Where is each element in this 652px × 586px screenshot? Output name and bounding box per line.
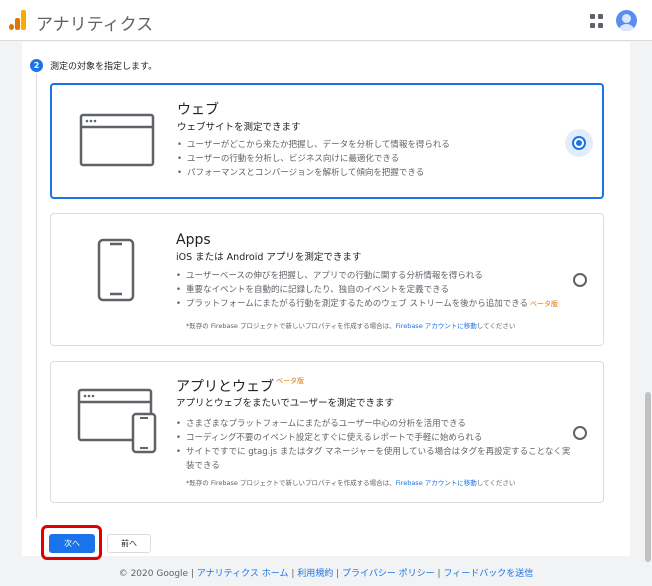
back-button[interactable]: 前へ: [107, 534, 151, 553]
account-avatar-icon[interactable]: [616, 10, 637, 31]
list-item: ユーザーベースの伸びを把握し、アプリでの行動に関する分析情報を得られる: [176, 269, 558, 283]
list-item: サイトですでに gtag.js またはタグ マネージャーを使用している場合はタグ…: [176, 445, 576, 473]
app-title[interactable]: アナリティクス: [36, 10, 153, 35]
footer-link-analytics-home[interactable]: アナリティクス ホーム: [197, 569, 289, 579]
list-item: 重要なイベントを自動的に記録したり、独自のイベントを定義できる: [176, 283, 558, 297]
firebase-account-link[interactable]: Firebase アカウントに移動: [396, 322, 477, 330]
analytics-logo-icon[interactable]: [9, 10, 27, 30]
footnote-text: *既存の Firebase プロジェクトで新しいプロパティを作成する場合は、: [186, 479, 396, 487]
annotation-highlight-box: [41, 525, 102, 560]
list-item: コーディング不要のイベント設定とすぐに使えるレポートで手軽に始められる: [176, 431, 576, 445]
card-subtitle: iOS または Android アプリを測定できます: [176, 252, 362, 263]
browser-window-icon: [79, 113, 155, 167]
footer-link-feedback[interactable]: フィードバックを送信: [443, 569, 533, 579]
card-bullet-list: ユーザーがどこから来たか把握し、データを分析して情報を得られる ユーザーの行動を…: [177, 138, 450, 180]
list-item: ユーザーの行動を分析し、ビジネス向けに最適化できる: [177, 152, 450, 166]
card-subtitle: アプリとウェブをまたいでユーザーを測定できます: [176, 398, 395, 409]
option-card-web[interactable]: ウェブ ウェブサイトを測定できます ユーザーがどこから来たか把握し、データを分析…: [50, 83, 604, 199]
card-title: ウェブ: [177, 102, 219, 118]
top-bar: アナリティクス: [0, 0, 652, 41]
card-bullet-list: さまざまなプラットフォームにまたがるユーザー中心の分析を活用できる コーディング…: [176, 417, 576, 473]
radio-app-and-web[interactable]: [573, 426, 587, 440]
option-card-app-and-web[interactable]: アプリとウェブベータ版 アプリとウェブをまたいでユーザーを測定できます さまざま…: [50, 361, 604, 503]
beta-badge: ベータ版: [530, 300, 559, 308]
scrollbar-thumb[interactable]: [645, 392, 651, 562]
card-title: Apps: [176, 232, 211, 248]
card-title: アプリとウェブ: [176, 379, 274, 395]
card-subtitle: ウェブサイトを測定できます: [177, 122, 301, 133]
step-number-badge: 2: [30, 59, 43, 72]
list-item: パフォーマンスとコンバージョンを解析して傾向を把握できる: [177, 166, 450, 180]
option-card-apps[interactable]: Apps iOS または Android アプリを測定できます ユーザーベースの…: [50, 213, 604, 346]
list-item: さまざまなプラットフォームにまたがるユーザー中心の分析を活用できる: [176, 417, 576, 431]
footer-link-terms[interactable]: 利用規約: [297, 569, 333, 579]
browser-and-phone-icon: [77, 388, 157, 454]
footer-link-privacy[interactable]: プライバシー ポリシー: [342, 569, 435, 579]
list-item: プラットフォームにまたがる行動を測定するためのウェブ ストリームを後から追加でき…: [176, 297, 558, 311]
footnote-text: してください: [476, 322, 516, 330]
scrollbar[interactable]: [644, 42, 652, 586]
step-label: 測定の対象を指定します。: [50, 62, 158, 72]
card-bullet-list: ユーザーベースの伸びを把握し、アプリでの行動に関する分析情報を得られる 重要なイ…: [176, 269, 558, 311]
firebase-footnote: *既存の Firebase プロジェクトで新しいプロパティを作成する場合は、Fi…: [186, 477, 515, 487]
apps-grid-icon[interactable]: [590, 14, 604, 28]
copyright-text: © 2020 Google |: [118, 569, 197, 579]
page-footer: © 2020 Google | アナリティクス ホーム | 利用規約 | プライ…: [0, 566, 652, 579]
footer-separator: |: [288, 569, 298, 579]
step-connector-line: [36, 73, 37, 518]
list-item: ユーザーがどこから来たか把握し、データを分析して情報を得られる: [177, 138, 450, 152]
list-item-text: プラットフォームにまたがる行動を測定するためのウェブ ストリームを後から追加でき…: [186, 299, 529, 309]
footnote-text: してください: [476, 479, 516, 487]
smartphone-icon: [97, 238, 135, 302]
radio-web[interactable]: [572, 136, 586, 150]
footnote-text: *既存の Firebase プロジェクトで新しいプロパティを作成する場合は、: [186, 322, 396, 330]
radio-apps[interactable]: [573, 273, 587, 287]
footer-separator: |: [333, 569, 342, 579]
firebase-footnote: *既存の Firebase プロジェクトで新しいプロパティを作成する場合は、Fi…: [186, 320, 515, 330]
card-title-row: アプリとウェブ ベータ版: [176, 376, 304, 396]
firebase-account-link[interactable]: Firebase アカウントに移動: [396, 479, 477, 487]
beta-badge: ベータ版: [276, 377, 304, 385]
